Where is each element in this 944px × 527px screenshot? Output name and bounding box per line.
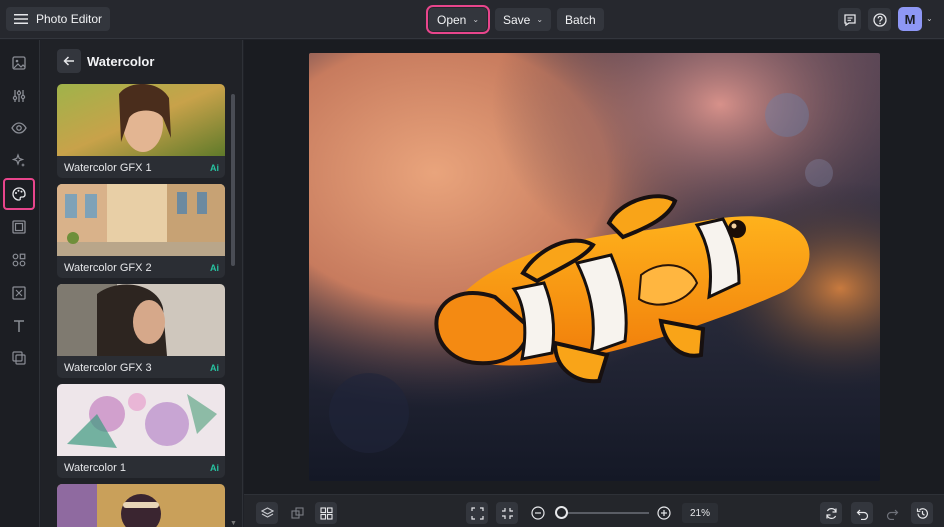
effect-thumbnail bbox=[57, 484, 225, 527]
redo-button[interactable] bbox=[881, 502, 903, 524]
comments-button[interactable] bbox=[838, 8, 861, 31]
grid-view-button[interactable] bbox=[315, 502, 337, 524]
sparkle-icon bbox=[11, 153, 25, 167]
effect-label: Watercolor 1 bbox=[64, 462, 126, 474]
eye-icon bbox=[11, 122, 27, 134]
history-button[interactable] bbox=[911, 502, 933, 524]
ai-badge: Ai bbox=[210, 263, 219, 273]
open-label: Open bbox=[437, 12, 467, 27]
actual-size-button[interactable] bbox=[496, 502, 518, 524]
effect-thumbnail bbox=[57, 84, 225, 156]
sliders-icon bbox=[12, 90, 26, 102]
ai-badge: Ai bbox=[210, 363, 219, 373]
help-button[interactable] bbox=[868, 8, 891, 31]
chevron-down-icon[interactable]: ⌄ bbox=[926, 14, 933, 23]
effect-card-partial[interactable] bbox=[57, 484, 225, 527]
zoom-out-icon[interactable] bbox=[531, 506, 545, 520]
clownfish-photo bbox=[309, 53, 880, 481]
ai-badge: Ai bbox=[210, 463, 219, 473]
undo-icon bbox=[856, 509, 868, 520]
artsy-tool[interactable] bbox=[3, 178, 35, 210]
reset-button[interactable] bbox=[820, 502, 842, 524]
zoom-in-icon[interactable] bbox=[657, 506, 671, 520]
batch-label: Batch bbox=[565, 12, 596, 27]
layers-icon bbox=[260, 506, 274, 518]
refresh-icon bbox=[825, 507, 837, 519]
main-menu-button[interactable]: Photo Editor bbox=[6, 7, 111, 31]
effects-panel: Watercolor Watercolor GFX 1 Ai Watercolo… bbox=[41, 40, 243, 527]
collapse-icon bbox=[501, 507, 513, 519]
fit-screen-button[interactable] bbox=[466, 502, 488, 524]
effect-thumbnail bbox=[57, 184, 225, 256]
adjust-tool[interactable] bbox=[8, 85, 30, 107]
effects-tool[interactable] bbox=[8, 150, 30, 172]
grid-icon bbox=[319, 506, 333, 520]
view-tool[interactable] bbox=[8, 117, 30, 139]
chevron-down-icon: ⌄ bbox=[472, 15, 480, 24]
batch-button[interactable]: Batch bbox=[557, 8, 604, 31]
main-photo[interactable] bbox=[309, 53, 880, 481]
open-button[interactable]: Open ⌄ bbox=[425, 5, 491, 34]
texture-icon bbox=[12, 286, 26, 300]
zoom-slider-track[interactable] bbox=[561, 512, 649, 514]
ai-badge: Ai bbox=[210, 163, 219, 173]
shapes-icon bbox=[12, 253, 26, 267]
zoom-slider-handle[interactable] bbox=[555, 506, 568, 519]
compare-button[interactable] bbox=[286, 502, 308, 524]
effect-card-watercolor-gfx-2[interactable]: Watercolor GFX 2 Ai bbox=[57, 184, 225, 278]
overlays-tool[interactable] bbox=[8, 347, 30, 369]
chevron-down-icon: ⌄ bbox=[536, 15, 544, 24]
tool-sidebar bbox=[0, 40, 40, 527]
expand-icon bbox=[470, 506, 484, 520]
effect-thumbnail bbox=[57, 384, 225, 456]
text-tool[interactable] bbox=[8, 315, 30, 337]
textures-tool[interactable] bbox=[8, 282, 30, 304]
bottom-toolbar: 21% bbox=[244, 494, 944, 527]
comment-icon bbox=[843, 13, 856, 26]
effect-label: Watercolor GFX 1 bbox=[64, 162, 152, 174]
panel-scrollbar[interactable] bbox=[231, 94, 235, 266]
zoom-level[interactable]: 21% bbox=[682, 503, 718, 523]
save-label: Save bbox=[503, 12, 531, 27]
history-icon bbox=[916, 507, 928, 519]
effect-label: Watercolor GFX 2 bbox=[64, 262, 152, 274]
arrow-left-icon bbox=[63, 56, 74, 66]
effect-label: Watercolor GFX 3 bbox=[64, 362, 152, 374]
effect-card-watercolor-gfx-1[interactable]: Watercolor GFX 1 Ai bbox=[57, 84, 225, 178]
undo-button[interactable] bbox=[851, 502, 873, 524]
layers-overlay-icon bbox=[12, 351, 26, 365]
app-title: Photo Editor bbox=[36, 12, 103, 26]
image-tool[interactable] bbox=[8, 52, 30, 74]
panel-title: Watercolor bbox=[87, 54, 155, 69]
effect-card-watercolor-gfx-3[interactable]: Watercolor GFX 3 Ai bbox=[57, 284, 225, 378]
palette-icon bbox=[12, 187, 26, 201]
hamburger-menu-icon bbox=[14, 14, 28, 24]
scroll-down-icon[interactable]: ▼ bbox=[230, 520, 237, 527]
canvas-area bbox=[244, 40, 944, 494]
compare-icon bbox=[290, 506, 304, 519]
save-button[interactable]: Save ⌄ bbox=[495, 8, 552, 31]
effect-card-watercolor-1[interactable]: Watercolor 1 Ai bbox=[57, 384, 225, 478]
user-avatar[interactable]: M bbox=[898, 7, 922, 31]
frame-icon bbox=[12, 220, 26, 234]
text-icon bbox=[14, 320, 24, 332]
help-icon bbox=[872, 12, 887, 27]
back-button[interactable] bbox=[57, 49, 81, 73]
frames-tool[interactable] bbox=[8, 216, 30, 238]
layers-button[interactable] bbox=[256, 502, 278, 524]
redo-icon bbox=[886, 509, 898, 520]
graphics-tool[interactable] bbox=[8, 249, 30, 271]
image-icon bbox=[12, 56, 26, 70]
effect-thumbnail bbox=[57, 284, 225, 356]
top-toolbar: Photo Editor Open ⌄ Save ⌄ Batch M ⌄ bbox=[0, 0, 944, 39]
